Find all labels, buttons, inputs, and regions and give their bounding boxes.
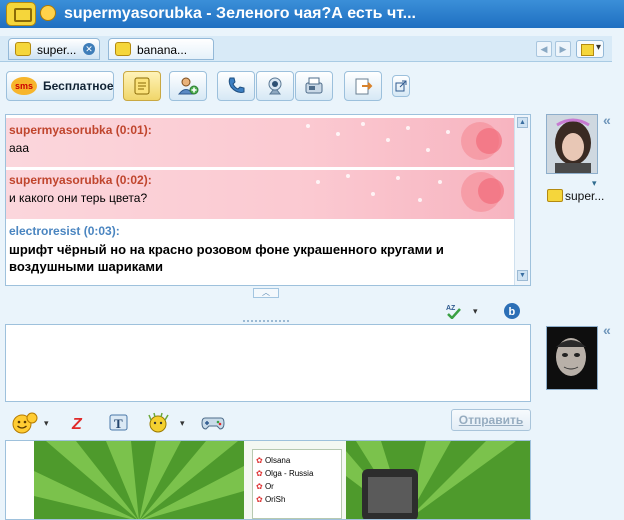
tab-bar: super... ✕ banana... ◀ ▶ <box>0 36 612 62</box>
chat-tab-icon <box>115 42 131 56</box>
balloon-decoration <box>478 178 504 204</box>
contact-name[interactable]: super... <box>565 189 604 203</box>
message-text-line-1: шрифт чёрный но на красно розовом фоне у… <box>9 242 444 257</box>
message-text: и какого они терь цвета? <box>9 191 148 205</box>
flower-icon: ✿ <box>256 469 263 478</box>
call-phone-button[interactable] <box>295 71 333 101</box>
message-bubble: electroresist (0:03): шрифт чёрный но на… <box>6 221 514 281</box>
collapse-history-button[interactable]: ︿ <box>253 288 279 298</box>
detach-window-button[interactable] <box>392 75 410 97</box>
ad-contact-item: ✿ Olga - Russia <box>256 469 314 478</box>
tab-scroll-right-icon[interactable]: ▶ <box>555 41 571 57</box>
balloon-decoration <box>476 128 502 154</box>
ad-banner[interactable]: ✿ Olsana ✿ Olga - Russia ✿ Or ✿ OriSh <box>5 440 531 520</box>
voice-call-button[interactable] <box>217 71 255 101</box>
history-button[interactable] <box>123 71 161 101</box>
my-avatar-image <box>547 327 597 389</box>
ad-contact-item: ✿ Olsana <box>256 456 291 465</box>
font-style-icon[interactable]: T <box>109 414 129 432</box>
contact-avatar[interactable] <box>546 114 598 174</box>
message-author: supermyasorubka (0:02): <box>9 173 152 187</box>
splitter-grip[interactable] <box>243 320 289 322</box>
title-bar: supermyasorubka - Зеленого чая?А есть чт… <box>0 0 624 28</box>
flower-icon: ✿ <box>256 495 263 504</box>
collapse-my-avatar-icon[interactable]: « <box>603 322 611 338</box>
chat-tab-icon <box>15 42 31 56</box>
send-button[interactable]: Отправить <box>451 409 531 431</box>
games-icon[interactable] <box>201 414 225 432</box>
webcam-icon <box>268 77 282 95</box>
status-smile-icon <box>40 5 56 21</box>
wink-icon[interactable] <box>146 412 172 434</box>
message-author: electroresist (0:03): <box>9 224 120 238</box>
app-logo-icon <box>6 2 36 26</box>
svg-text:b: b <box>509 306 516 318</box>
free-sms-label: Бесплатное <box>43 79 114 93</box>
message-author: supermyasorubka (0:01): <box>9 123 152 137</box>
close-tab-icon[interactable]: ✕ <box>83 43 95 55</box>
message-text-line-2: воздушными шариками <box>9 259 164 274</box>
ad-contact-item: ✿ OriSh <box>256 495 286 504</box>
message-bubble: supermyasorubka (0:02): и какого они тер… <box>6 170 514 219</box>
tab-label: super... <box>37 43 77 57</box>
ad-contact-item: ✿ Or <box>256 482 274 491</box>
fax-icon <box>305 77 323 94</box>
spellcheck-icon[interactable]: AZ <box>445 303 465 319</box>
tab-list-menu-button[interactable] <box>576 40 604 58</box>
emoticon-dropdown-icon[interactable]: ▾ <box>44 418 49 429</box>
scroll-up-icon[interactable]: ▲ <box>517 117 528 128</box>
video-call-button[interactable] <box>256 71 294 101</box>
tab-supermyasorubka[interactable]: super... ✕ <box>8 38 100 60</box>
window-title: supermyasorubka - Зеленого чая?А есть чт… <box>64 5 416 22</box>
contact-avatar-image <box>547 115 597 173</box>
message-input[interactable] <box>5 324 531 402</box>
svg-text:T: T <box>114 416 123 431</box>
scroll-down-icon[interactable]: ▼ <box>517 270 528 281</box>
emoticon-icon[interactable] <box>10 412 38 434</box>
open-external-icon <box>395 80 407 92</box>
message-text: ааа <box>9 141 30 155</box>
send-file-button[interactable] <box>344 71 382 101</box>
chat-history[interactable]: supermyasorubka (0:01): ааа supermyasoru… <box>5 114 531 286</box>
tab-banana[interactable]: banana... <box>108 38 214 60</box>
add-contact-button[interactable] <box>169 71 207 101</box>
ad-contact-entries: ✿ Olsana ✿ Olga - Russia ✿ Or ✿ OriSh <box>256 454 313 506</box>
message-bubble: supermyasorubka (0:01): ааа <box>6 118 514 167</box>
history-scrollbar[interactable]: ▲ ▼ <box>514 115 530 285</box>
tab-scroll-left-icon[interactable]: ◀ <box>536 41 552 57</box>
flower-icon: ✿ <box>256 456 263 465</box>
tab-label: banana... <box>137 43 188 57</box>
add-user-icon <box>177 77 199 95</box>
contact-status-icon <box>547 189 563 202</box>
collapse-avatar-pane-icon[interactable]: « <box>603 112 611 128</box>
phone-icon <box>228 77 245 93</box>
wink-dropdown-icon[interactable]: ▾ <box>180 418 185 429</box>
ad-contact-list: ✿ Olsana ✿ Olga - Russia ✿ Or ✿ OriSh <box>252 449 342 519</box>
flower-icon: ✿ <box>256 482 263 491</box>
free-sms-button[interactable]: sms Бесплатное <box>6 71 114 101</box>
spellcheck-dropdown-icon[interactable]: ▾ <box>473 306 478 317</box>
svg-text:AZ: AZ <box>446 305 456 312</box>
bing-search-icon[interactable]: b <box>503 302 521 320</box>
sms-icon: sms <box>11 77 37 95</box>
nudge-icon[interactable]: Z <box>70 414 88 432</box>
my-avatar[interactable] <box>546 326 598 390</box>
notepad-icon <box>134 77 150 95</box>
file-transfer-icon <box>355 78 373 95</box>
svg-text:Z: Z <box>71 416 83 432</box>
avatar-dropdown-icon[interactable]: ▾ <box>592 178 597 189</box>
